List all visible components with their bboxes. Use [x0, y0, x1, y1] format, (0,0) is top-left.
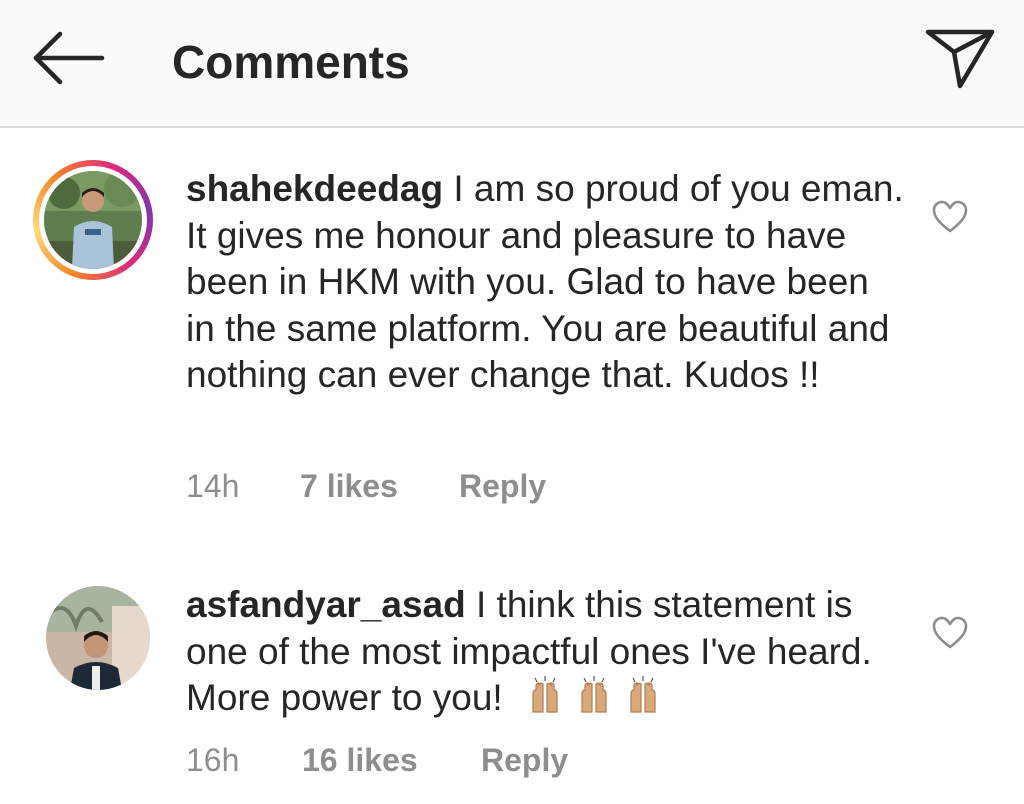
comment-username[interactable]: asfandyar_asad	[186, 584, 466, 625]
avatar[interactable]	[46, 586, 150, 690]
comment-username[interactable]: shahekdeedag	[186, 168, 443, 209]
avatar-photo-image	[44, 171, 142, 269]
likes-count[interactable]: 7 likes	[300, 468, 398, 505]
reply-button[interactable]: Reply	[481, 742, 568, 779]
share-button[interactable]	[924, 26, 996, 90]
paper-plane-icon	[925, 29, 995, 89]
avatar-story-ring[interactable]	[33, 160, 153, 280]
comment-timestamp: 16h	[186, 742, 240, 778]
back-arrow-icon	[33, 31, 105, 85]
comment-body: shahekdeedag I am so proud of you eman. …	[186, 166, 906, 399]
back-button[interactable]	[30, 28, 106, 88]
likes-count[interactable]: 16 likes	[302, 742, 418, 779]
top-bar: Comments	[0, 0, 1024, 128]
heart-icon[interactable]	[932, 200, 968, 234]
avatar	[44, 171, 142, 269]
raised-hands-emoji	[529, 676, 675, 728]
page-title: Comments	[172, 36, 410, 88]
comment-body: asfandyar_asad I think this statement is…	[186, 582, 906, 728]
avatar-photo-image	[46, 586, 150, 690]
comment-timestamp: 14h	[186, 468, 240, 504]
heart-icon[interactable]	[932, 616, 968, 650]
reply-button[interactable]: Reply	[459, 468, 546, 505]
